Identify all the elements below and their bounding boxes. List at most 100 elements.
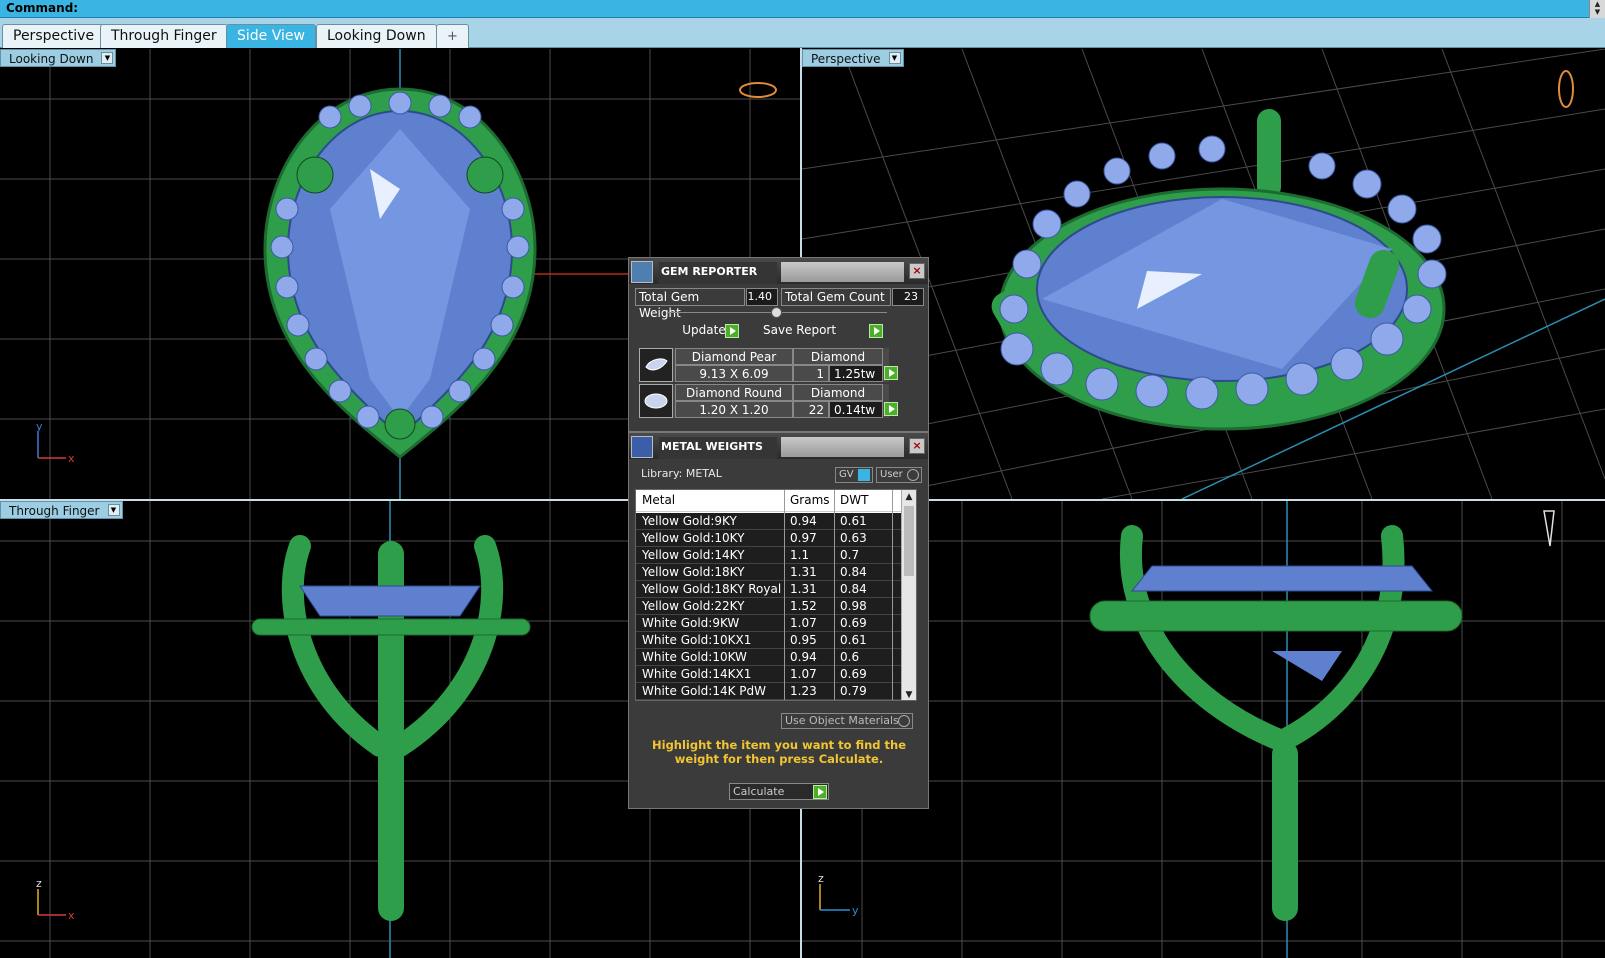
close-icon[interactable]: × xyxy=(909,263,925,279)
gem-row[interactable]: Diamond Pear Diamond 9.13 X 6.09 1 1.25t… xyxy=(639,348,898,382)
table-cell-grams: 1.07 xyxy=(790,616,817,630)
svg-text:x: x xyxy=(68,909,75,922)
table-cell-metal: Yellow Gold:9KY xyxy=(642,514,737,528)
add-tab-button[interactable]: + xyxy=(436,24,469,48)
table-cell-metal: White Gold:10KX1 xyxy=(642,633,752,647)
table-header: Metal Grams DWT xyxy=(636,490,902,512)
svg-text:y: y xyxy=(36,424,43,433)
table-cell-metal: White Gold:14KX1 xyxy=(642,667,752,681)
viewport-label-through-finger[interactable]: Through Finger ▼ xyxy=(0,501,123,519)
chevron-down-icon[interactable]: ▼ xyxy=(888,52,901,64)
total-gem-count-label: Total Gem Count xyxy=(781,288,891,306)
total-gem-weight-label: Total Gem Weight xyxy=(635,288,745,320)
table-cell-metal: Yellow Gold:18KY xyxy=(642,565,745,579)
round-gem-icon xyxy=(639,384,673,418)
gv-toggle[interactable]: GV xyxy=(835,467,873,483)
view-tab-bar: Perspective Through Finger Side View Loo… xyxy=(0,18,1605,48)
ring-front-view xyxy=(251,535,531,921)
table-row[interactable]: Yellow Gold:10KY 0.97 0.63 xyxy=(636,530,902,547)
radio-icon xyxy=(898,715,910,727)
ring-perspective-view xyxy=(991,109,1447,431)
table-cell-dwt: 0.7 xyxy=(840,548,860,562)
table-cell-metal: White Gold:14K PdW xyxy=(642,684,767,698)
table-cell-grams: 0.94 xyxy=(790,650,817,664)
table-row[interactable]: Yellow Gold:18KY 1.31 0.84 xyxy=(636,564,902,581)
table-cell-grams: 0.97 xyxy=(790,531,817,545)
axis-indicator-icon: z x xyxy=(36,881,75,922)
table-row[interactable]: White Gold:9KW 1.07 0.69 xyxy=(636,615,902,632)
metal-weights-title: METAL WEIGHTS xyxy=(659,437,777,459)
axis-indicator-icon: y x xyxy=(36,424,75,465)
tab-side-view[interactable]: Side View xyxy=(226,24,316,48)
play-icon[interactable] xyxy=(884,402,898,416)
viewport-label-looking-down[interactable]: Looking Down ▼ xyxy=(0,49,117,67)
command-bar[interactable]: Command: ▲ ▼ xyxy=(0,0,1605,18)
table-cell-metal: White Gold:10KW xyxy=(642,650,747,664)
table-cell-grams: 1.07 xyxy=(790,667,817,681)
gem-reporter-title: GEM REPORTER xyxy=(659,262,777,284)
tab-perspective[interactable]: Perspective xyxy=(2,24,106,48)
table-cell-dwt: 0.79 xyxy=(840,684,867,698)
update-button[interactable]: Update xyxy=(669,322,739,340)
table-cell-metal: Yellow Gold:22KY xyxy=(642,599,745,613)
close-icon[interactable]: × xyxy=(909,438,925,454)
play-icon xyxy=(869,324,883,338)
save-report-button[interactable]: Save Report xyxy=(759,322,883,340)
table-row[interactable]: Yellow Gold:9KY 0.94 0.61 xyxy=(636,513,902,530)
slider-handle[interactable] xyxy=(771,307,782,318)
table-cell-grams: 1.52 xyxy=(790,599,817,613)
calculate-button[interactable]: Calculate xyxy=(729,783,829,800)
table-cell-metal: White Gold:9KW xyxy=(642,616,740,630)
gem-reporter-panel: GEM REPORTER × Total Gem Weight 1.40 Tot… xyxy=(628,257,929,432)
use-object-materials-toggle[interactable]: Use Object Materials xyxy=(781,713,913,729)
play-icon[interactable] xyxy=(884,366,898,380)
user-toggle[interactable]: User xyxy=(876,467,922,483)
ring-top-view xyxy=(263,87,537,459)
table-cell-grams: 1.31 xyxy=(790,582,817,596)
gem-row[interactable]: Diamond Round Diamond 1.20 X 1.20 22 0.1… xyxy=(639,384,898,418)
viewport-label-perspective[interactable]: Perspective ▼ xyxy=(802,49,904,67)
tab-looking-down[interactable]: Looking Down xyxy=(316,24,437,48)
table-cell-metal: Yellow Gold:10KY xyxy=(642,531,745,545)
metal-weights-titlebar[interactable]: METAL WEIGHTS × xyxy=(629,433,928,459)
scroll-up-icon[interactable]: ▲ xyxy=(902,490,916,504)
command-scroll[interactable]: ▲ ▼ xyxy=(1589,0,1605,18)
table-cell-metal: Yellow Gold:18KY Royal xyxy=(642,582,782,596)
table-row[interactable]: Yellow Gold:14KY 1.1 0.7 xyxy=(636,547,902,564)
play-icon xyxy=(725,324,739,338)
table-cell-dwt: 0.69 xyxy=(840,667,867,681)
chevron-down-icon[interactable]: ▼ xyxy=(101,52,114,64)
table-row[interactable]: White Gold:10KW 0.94 0.6 xyxy=(636,649,902,666)
table-cell-grams: 1.1 xyxy=(790,548,810,562)
metal-weights-table[interactable]: Metal Grams DWT Yellow Gold:9KY 0.94 0.61 Y… xyxy=(635,489,917,701)
svg-text:y: y xyxy=(852,904,859,917)
table-cell-dwt: 0.98 xyxy=(840,599,867,613)
table-cell-metal: Yellow Gold:14KY xyxy=(642,548,745,562)
total-gem-count-value: 23 xyxy=(892,288,924,306)
table-cell-dwt: 0.69 xyxy=(840,616,867,630)
table-row[interactable]: White Gold:10KX1 0.95 0.61 xyxy=(636,632,902,649)
scroll-down-icon[interactable]: ▼ xyxy=(902,688,916,700)
view-cube-icon[interactable] xyxy=(1558,70,1574,108)
table-cell-grams: 0.94 xyxy=(790,514,817,528)
gem-reporter-titlebar[interactable]: GEM REPORTER × xyxy=(629,258,928,284)
table-cell-grams: 0.95 xyxy=(790,633,817,647)
metal-weights-panel: METAL WEIGHTS × Library: METAL GV User M… xyxy=(628,432,929,809)
table-cell-dwt: 0.6 xyxy=(840,650,860,664)
hint-text: Highlight the item you want to find the … xyxy=(652,738,906,766)
table-row[interactable]: Yellow Gold:22KY 1.52 0.98 xyxy=(636,598,902,615)
view-cube-icon[interactable] xyxy=(739,82,777,98)
command-label: Command: xyxy=(6,1,79,15)
table-row[interactable]: Yellow Gold:18KY Royal 1.31 0.84 xyxy=(636,581,902,598)
tab-through-finger[interactable]: Through Finger xyxy=(100,24,228,48)
radio-icon xyxy=(907,469,919,481)
scroll-thumb[interactable] xyxy=(904,506,914,576)
table-scrollbar[interactable]: ▲ ▼ xyxy=(901,490,916,700)
chevron-down-icon[interactable]: ▼ xyxy=(107,504,120,516)
table-cell-grams: 1.31 xyxy=(790,565,817,579)
table-row[interactable]: White Gold:14K PdW 1.23 0.79 xyxy=(636,683,902,700)
table-row[interactable]: White Gold:14KX1 1.07 0.69 xyxy=(636,666,902,683)
table-cell-grams: 1.23 xyxy=(790,684,817,698)
library-label: Library: METAL xyxy=(641,467,722,480)
pear-gem-icon xyxy=(639,348,673,382)
